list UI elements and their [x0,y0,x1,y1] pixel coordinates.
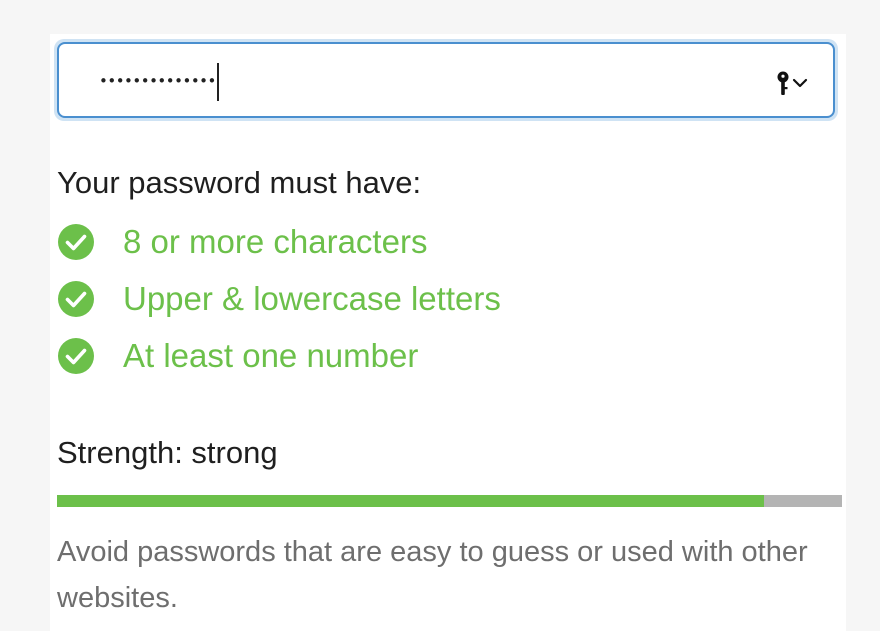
password-masked-value: •••••••••••••• [99,62,219,101]
strength-meter-fill [57,495,764,507]
strength-meter [57,495,842,507]
requirement-label: At least one number [123,337,419,374]
password-page: •••••••••••••• Your password must have: [0,0,880,631]
text-caret [216,62,219,101]
key-icon [777,71,789,95]
check-circle-icon [58,224,94,260]
password-field-focus-ring: •••••••••••••• [54,39,838,121]
requirement-label: Upper & lowercase letters [123,280,501,317]
requirements-title: Your password must have: [57,165,422,200]
strength-label: Strength: strong [57,435,278,470]
requirement-item: Upper & lowercase letters [57,279,501,319]
password-panel: •••••••••••••• Your password must have: [50,34,846,631]
requirement-item: At least one number [57,336,418,376]
requirement-label: 8 or more characters [123,223,428,260]
chevron-down-icon [792,78,808,88]
password-manager-button[interactable] [775,70,815,96]
requirement-item: 8 or more characters [57,222,427,262]
password-input[interactable]: •••••••••••••• [57,42,835,118]
check-circle-icon [58,338,94,374]
password-hint: Avoid passwords that are easy to guess o… [57,536,808,614]
check-circle-icon [58,281,94,317]
